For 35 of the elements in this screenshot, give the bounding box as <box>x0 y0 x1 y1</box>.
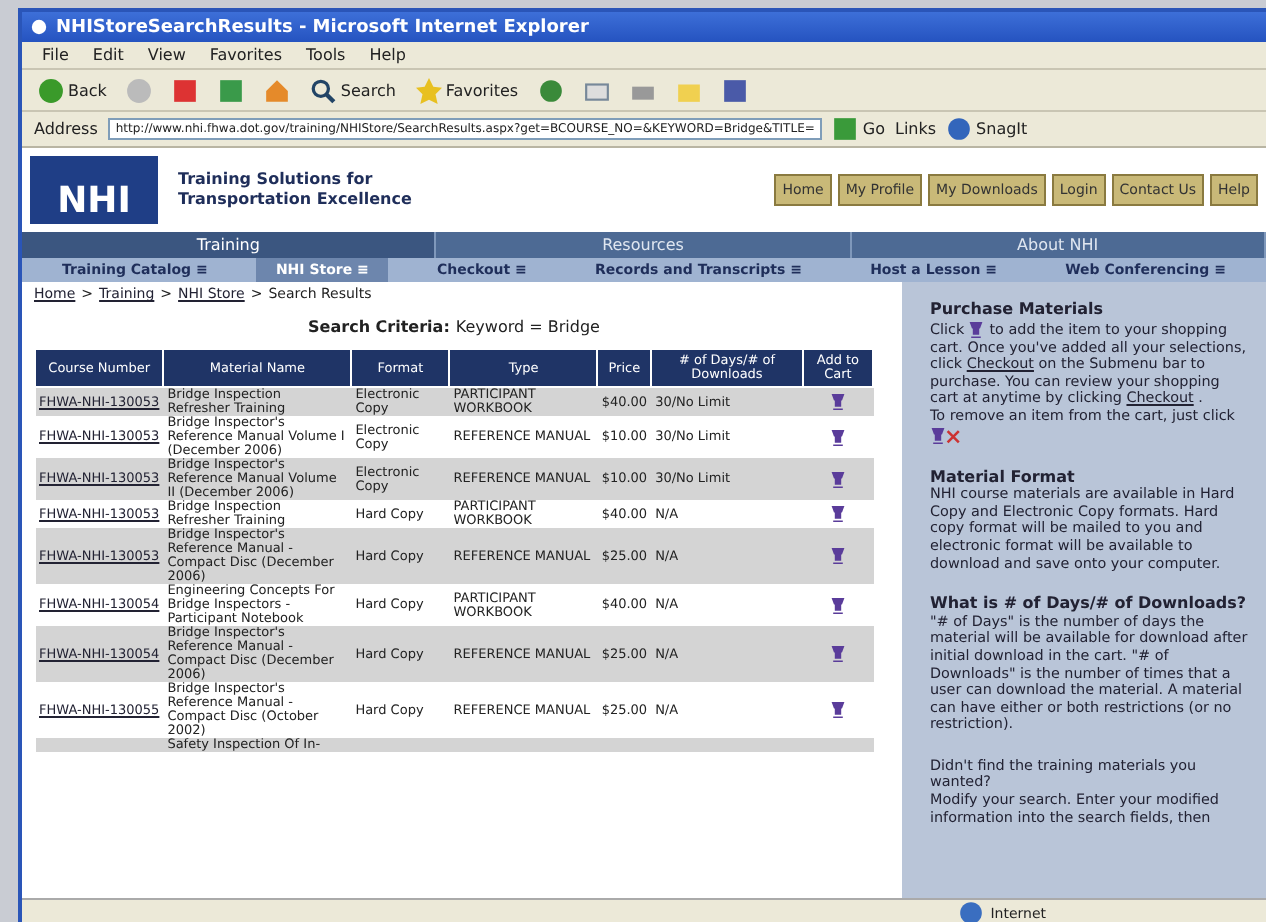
menu-item[interactable]: Favorites <box>209 46 283 64</box>
site-logo[interactable]: NHI <box>30 156 158 224</box>
links-button[interactable]: Links <box>894 120 937 138</box>
menu-item[interactable]: Tools <box>306 46 346 64</box>
snagit-button[interactable]: SnagIt <box>946 116 1028 142</box>
remove-cart-icon[interactable] <box>930 425 962 446</box>
cart-icon[interactable] <box>829 546 846 566</box>
search-button[interactable]: Search <box>310 77 396 103</box>
menu-item[interactable]: Help <box>369 46 406 64</box>
tagline: Transportation Excellence <box>178 190 414 210</box>
address-label: Address <box>34 120 98 138</box>
cart-icon[interactable] <box>829 392 846 412</box>
search-icon[interactable] <box>310 77 337 103</box>
main-tab[interactable]: Training <box>22 232 437 258</box>
menu-item[interactable]: View <box>147 46 186 64</box>
tagline: Training Solutions for <box>178 170 375 190</box>
criteria-label: Search Criteria: <box>308 318 450 336</box>
window-title: NHIStoreSearchResults - Microsoft Internet Explorer <box>56 17 589 37</box>
cart-icon[interactable] <box>829 700 846 720</box>
menu-item[interactable]: File <box>42 46 69 64</box>
menu-item[interactable]: Edit <box>92 46 124 64</box>
criteria-value: Keyword = Bridge <box>455 318 600 336</box>
cart-icon[interactable] <box>968 319 985 340</box>
sidebar-heading: Purchase Materials <box>930 302 1106 320</box>
star-icon[interactable] <box>415 77 442 103</box>
sidebar-heading: What is # of Days/# of Downloads? <box>930 596 1248 614</box>
cart-icon[interactable] <box>829 469 846 489</box>
go-button[interactable]: Go <box>832 116 885 142</box>
cart-icon[interactable] <box>829 644 846 664</box>
sidebar-heading: Material Format <box>930 469 1077 487</box>
cart-icon[interactable] <box>829 427 846 447</box>
cart-icon[interactable] <box>829 504 846 524</box>
cart-icon[interactable] <box>829 595 846 615</box>
favorites-button[interactable]: Favorites <box>415 77 519 103</box>
back-button[interactable]: Back <box>38 77 107 103</box>
